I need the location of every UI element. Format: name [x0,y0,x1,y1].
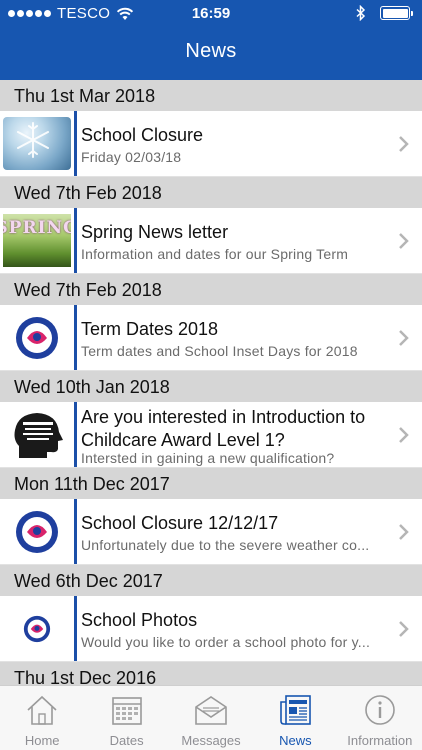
tab-label: Messages [181,733,241,748]
news-item-term-dates[interactable]: Term Dates 2018 Term dates and School In… [0,305,422,371]
news-item-title: Are you interested in Introduction to Ch… [81,407,366,450]
news-item-childcare-award[interactable]: Are you interested in Introduction to Ch… [0,402,422,468]
row-accent-line [74,596,77,661]
head-silhouette-thumbnail [3,408,71,461]
tab-label: Dates [109,733,144,748]
chevron-right-icon [399,621,409,637]
newspaper-icon [280,695,312,725]
tab-label: Home [24,733,60,748]
section-header: Wed 7th Feb 2018 [0,177,422,208]
section-header: Wed 7th Feb 2018 [0,274,422,305]
chevron-right-icon [399,136,409,152]
row-accent-line [74,305,77,370]
chevron-right-icon [399,427,409,443]
section-header: Mon 11th Dec 2017 [0,468,422,499]
news-item-title: Spring News letter [81,222,229,242]
news-item-school-photos[interactable]: School Photos Would you like to order a … [0,596,422,662]
school-logo-thumbnail [3,505,71,558]
section-header: Wed 6th Dec 2017 [0,565,422,596]
tab-information[interactable]: Information [338,686,422,750]
news-item-spring-newsletter[interactable]: SPRING Spring News letter Information an… [0,208,422,274]
bluetooth-icon [356,5,366,21]
news-item-title: School Photos [81,610,198,630]
tab-label: Information [347,733,413,748]
school-logo-thumbnail [3,311,71,364]
spring-thumbnail: SPRING [3,214,71,267]
status-right [356,5,413,21]
school-logo-thumbnail [3,602,71,655]
chevron-right-icon [399,233,409,249]
tab-messages[interactable]: Messages [169,686,253,750]
row-accent-line [74,208,77,273]
news-item-subtitle: Information and dates for our Spring Ter… [81,246,349,262]
tab-dates[interactable]: Dates [84,686,168,750]
spring-thumbnail-text: SPRING [3,218,71,238]
news-item-subtitle: Would you like to order a school photo f… [81,634,371,650]
row-accent-line [74,499,77,564]
home-icon [27,695,57,725]
news-item-title: School Closure 12/12/17 [81,513,279,533]
tab-news[interactable]: News [253,686,337,750]
section-header: Wed 10th Jan 2018 [0,371,422,402]
page-title: News [185,40,237,62]
news-item-subtitle: Intersted in gaining a new qualification… [81,450,335,466]
tab-bar: Home Dates Messages News Information [0,685,422,750]
news-item-school-closure-dec[interactable]: School Closure 12/12/17 Unfortunately du… [0,499,422,565]
news-list[interactable]: Thu 1st Mar 2018 School Closure Friday 0… [0,80,422,685]
envelope-icon [195,696,227,725]
tab-home[interactable]: Home [0,686,84,750]
news-item-subtitle: Term dates and School Inset Days for 201… [81,343,358,359]
row-accent-line [74,402,77,467]
navigation-bar: TESCO 16:59 News [0,0,422,80]
info-icon [365,695,395,725]
row-accent-line [74,111,77,176]
news-item-subtitle: Unfortunately due to the severe weather … [81,537,370,553]
news-item-school-closure[interactable]: School Closure Friday 02/03/18 [0,111,422,177]
chevron-right-icon [399,524,409,540]
news-item-subtitle: Friday 02/03/18 [81,149,182,165]
tab-label: News [279,733,312,748]
calendar-icon [111,697,142,725]
snowflake-thumbnail [3,117,71,170]
news-item-title: School Closure [81,125,204,145]
battery-icon [380,6,413,20]
news-item-title: Term Dates 2018 [81,319,219,339]
status-bar: TESCO 16:59 [0,0,422,28]
section-header: Thu 1st Dec 2016 [0,662,422,685]
chevron-right-icon [399,330,409,346]
section-header: Thu 1st Mar 2018 [0,80,422,111]
